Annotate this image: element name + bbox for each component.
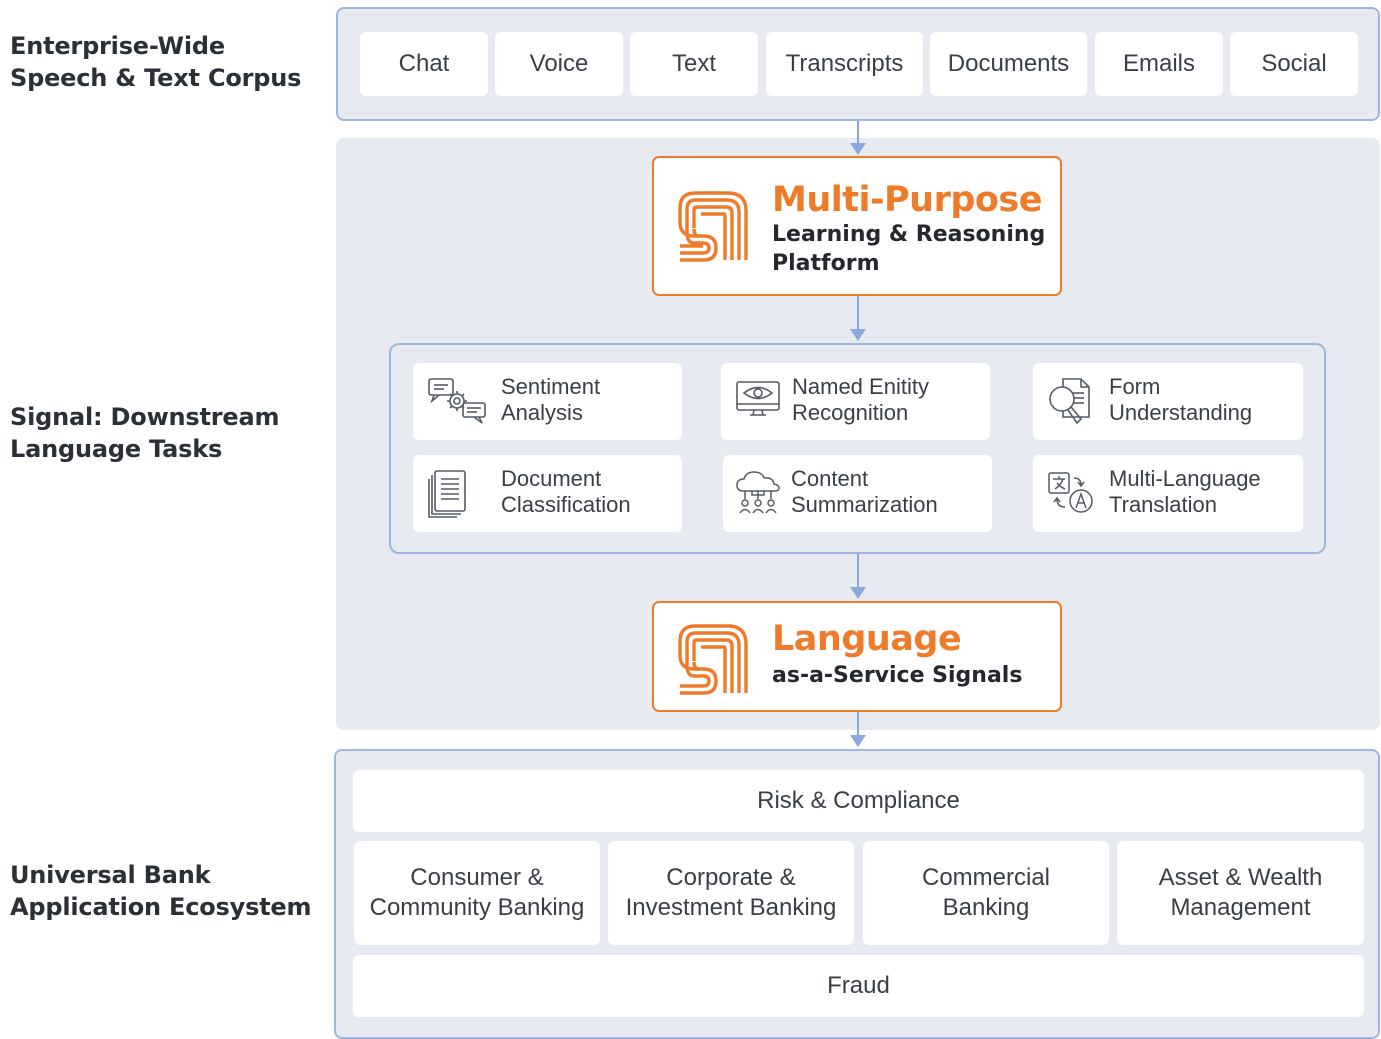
ecosystem-line-consumer: Consumer & Community Banking (354, 841, 600, 945)
arrow-down-icon (850, 587, 866, 599)
tasks-panel: Sentiment Analysis Named Enitity Recogni… (389, 343, 1326, 554)
ecosystem-line-wealth: Asset & Wealth Management (1117, 841, 1364, 945)
task-content-summarization: Content Summarization (723, 455, 992, 532)
source-text: Text (630, 32, 758, 96)
task-label: Form Understanding (1109, 374, 1253, 425)
ecosystem-fraud: Fraud (353, 955, 1364, 1017)
task-document-classification: Document Classification (413, 455, 682, 532)
ecosystem-line-corporate: Corporate & Investment Banking (608, 841, 854, 945)
translate-icon (1048, 472, 1093, 513)
signal-label: Signal: Downstream Language Tasks (10, 403, 280, 463)
connector-tasks-service (857, 554, 859, 588)
source-voice: Voice (495, 32, 623, 96)
arrow-down-icon (850, 143, 866, 155)
document-magnifier-icon (1049, 378, 1090, 425)
source-chat: Chat (360, 32, 488, 96)
platform-box: Multi-Purpose Learning & Reasoning Platf… (652, 156, 1062, 296)
s1-logo-icon (678, 624, 748, 695)
platform-title: Multi-Purpose (772, 180, 1043, 220)
task-label: Document Classification (501, 466, 631, 517)
connector-platform-tasks (857, 296, 859, 330)
task-label: Named Enitity Recognition (792, 374, 929, 425)
task-form-understanding: Form Understanding (1033, 363, 1303, 440)
ecosystem-line-commercial: Commercial Banking (863, 841, 1109, 945)
cloud-network-icon (736, 471, 780, 514)
platform-subtitle: Learning & Reasoning Platform (772, 222, 1046, 276)
stacked-documents-icon (428, 470, 466, 518)
arrow-down-icon (850, 735, 866, 747)
source-documents: Documents (930, 32, 1087, 96)
task-named-entity-recognition: Named Enitity Recognition (721, 363, 990, 440)
task-multi-language-translation: Multi-Language Translation (1033, 455, 1303, 532)
task-label: Multi-Language Translation (1109, 466, 1261, 517)
chat-gear-icon (428, 378, 486, 424)
service-subtitle: as-a-Service Signals (772, 663, 1023, 688)
arrow-down-icon (850, 329, 866, 341)
task-label: Content Summarization (791, 466, 938, 517)
s1-logo-icon (678, 191, 748, 262)
source-transcripts: Transcripts (766, 32, 923, 96)
source-emails: Emails (1095, 32, 1223, 96)
connector-corpus-platform (857, 121, 859, 145)
ecosystem-label: Universal Bank Application Ecosystem (10, 861, 312, 921)
ecosystem-panel: Risk & Compliance Consumer & Community B… (334, 749, 1380, 1039)
task-sentiment-analysis: Sentiment Analysis (413, 363, 682, 440)
connector-service-ecosystem (857, 712, 859, 736)
monitor-eye-icon (736, 381, 780, 416)
ecosystem-risk-compliance: Risk & Compliance (353, 770, 1364, 832)
task-label: Sentiment Analysis (501, 374, 601, 425)
service-box: Language as-a-Service Signals (652, 601, 1062, 712)
corpus-label: Enterprise-Wide Speech & Text Corpus (10, 32, 302, 92)
source-social: Social (1230, 32, 1358, 96)
corpus-panel: Chat Voice Text Transcripts Documents Em… (336, 7, 1380, 121)
service-title: Language (772, 619, 962, 659)
